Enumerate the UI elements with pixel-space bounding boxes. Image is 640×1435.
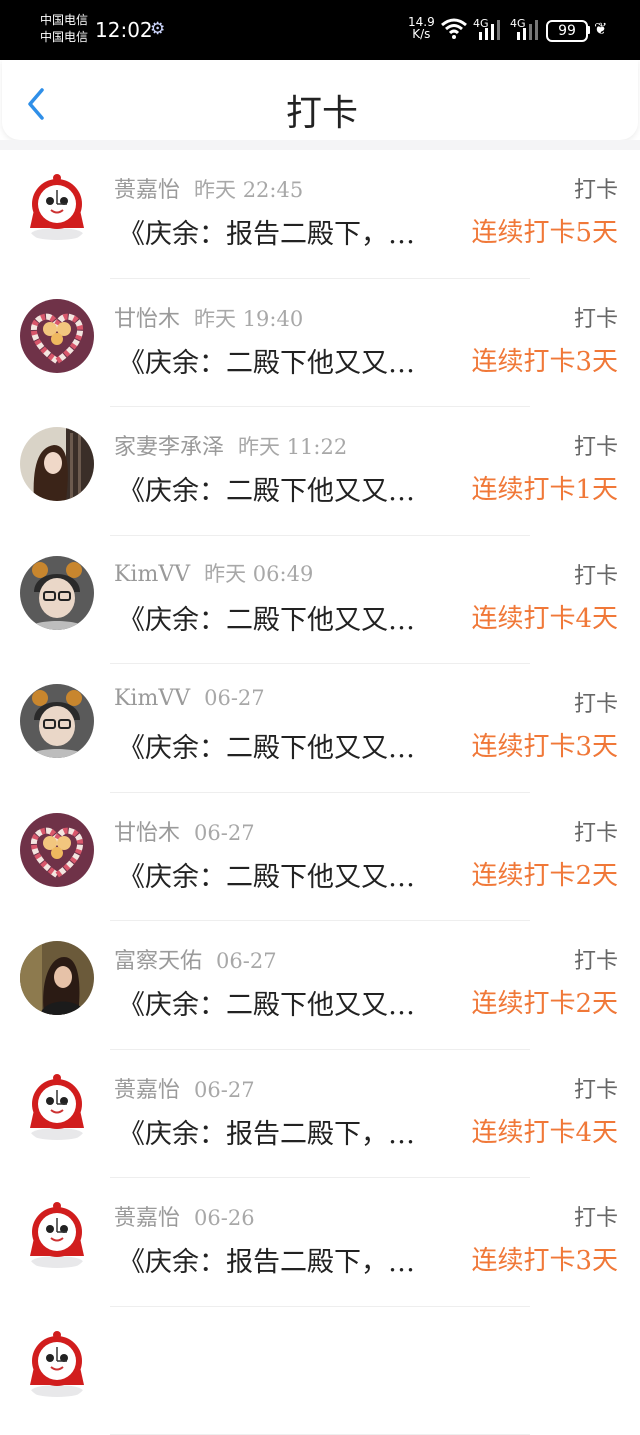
battery-level: 99: [546, 20, 588, 42]
user-name[interactable]: 蒉嘉怡: [114, 1206, 180, 1231]
speed-unit: K/s: [408, 28, 435, 40]
book-title[interactable]: 《庆余：二殿下他又又…: [118, 469, 415, 508]
user-line: KimVV 昨天 06:49: [114, 558, 313, 588]
streak-label: 连续打卡3天: [471, 341, 618, 378]
streak-label: 连续打卡3天: [471, 726, 618, 763]
book-title[interactable]: 《庆余：报告二殿下，…: [118, 212, 415, 251]
checkin-list-item[interactable]: KimVV 06-27 打卡 《庆余：二殿下他又又… 连续打卡3天: [0, 664, 640, 793]
user-line: [114, 1329, 128, 1354]
carrier-1: 中国电信: [40, 12, 88, 29]
candy-heart-avatar[interactable]: [20, 813, 94, 887]
girl-portrait-avatar[interactable]: [20, 941, 94, 1015]
checkin-list-item[interactable]: 家妻李承泽昨天 11:22 打卡 《庆余：二殿下他又又… 连续打卡1天: [0, 407, 640, 536]
clock-avatar[interactable]: [20, 1070, 94, 1144]
settings-gear-icon: ⚙: [150, 19, 165, 39]
book-title[interactable]: 《庆余：报告二殿下，…: [118, 1112, 415, 1151]
checkin-list: 蒉嘉怡昨天 22:45 打卡 《庆余：报告二殿下，… 连续打卡5天 甘怡木昨天 …: [0, 150, 640, 1435]
book-title[interactable]: 《庆余：报告二殿下，…: [118, 1240, 415, 1279]
status-bar: 中国电信 中国电信 12:02 ⚙ 14.9 K/s 4G 4G 99 ❦: [0, 0, 640, 60]
book-title[interactable]: 《庆余：二殿下他又又…: [118, 726, 415, 765]
checkin-time: 06-27: [194, 1078, 255, 1102]
checkin-list-item[interactable]: 富察天佑 06-27 打卡 《庆余：二殿下他又又… 连续打卡2天: [0, 921, 640, 1050]
checkin-time: 06-27: [204, 686, 265, 710]
checkin-list-item[interactable]: 甘怡木昨天 19:40 打卡 《庆余：二殿下他又又… 连续打卡3天: [0, 279, 640, 408]
checkin-time: 昨天 22:45: [194, 178, 303, 202]
book-title[interactable]: 《庆余：二殿下他又又…: [118, 983, 415, 1022]
network-speed: 14.9 K/s: [408, 16, 435, 40]
user-line: 富察天佑 06-27: [114, 943, 277, 975]
checkin-list-item[interactable]: [0, 1307, 640, 1435]
book-title[interactable]: 《庆余：二殿下他又又…: [118, 598, 415, 637]
checkin-type-label: 打卡: [574, 686, 618, 718]
user-line: 蒉嘉怡 06-27: [114, 1072, 255, 1104]
checkin-time: 06-27: [194, 821, 255, 845]
checkin-type-label: 打卡: [574, 1072, 618, 1104]
user-name[interactable]: KimVV: [114, 686, 190, 711]
checkin-time: 昨天 19:40: [194, 307, 303, 331]
user-name[interactable]: 蒉嘉怡: [114, 1078, 180, 1103]
checkin-type-label: 打卡: [574, 815, 618, 847]
streak-label: 连续打卡1天: [471, 469, 618, 506]
checkin-list-item[interactable]: KimVV 昨天 06:49 打卡 《庆余：二殿下他又又… 连续打卡4天: [0, 536, 640, 665]
user-line: 甘怡木 06-27: [114, 815, 255, 847]
boy-bear-ears-avatar[interactable]: [20, 556, 94, 630]
checkin-time: 06-26: [194, 1206, 255, 1230]
user-name[interactable]: KimVV: [114, 562, 190, 587]
signal-bars-icon: [477, 18, 501, 40]
user-name[interactable]: 蒉嘉怡: [114, 178, 180, 203]
girl-photo-avatar[interactable]: [20, 427, 94, 501]
header-separator: [0, 140, 640, 150]
checkin-time: 昨天 06:49: [204, 562, 313, 586]
checkin-type-label: 打卡: [574, 943, 618, 975]
streak-label: 连续打卡2天: [471, 855, 618, 892]
user-line: 家妻李承泽昨天 11:22: [114, 429, 347, 461]
clock-avatar[interactable]: [20, 1198, 94, 1272]
checkin-list-item[interactable]: 蒉嘉怡 06-26 打卡 《庆余：报告二殿下，… 连续打卡3天: [0, 1178, 640, 1307]
user-name[interactable]: 甘怡木: [114, 307, 180, 332]
user-line: 蒉嘉怡 06-26: [114, 1200, 255, 1232]
checkin-type-label: 打卡: [574, 558, 618, 590]
streak-label: 连续打卡2天: [471, 983, 618, 1020]
checkin-type-label: 打卡: [574, 301, 618, 333]
signal-bars-icon: [515, 18, 539, 40]
user-name[interactable]: 家妻李承泽: [114, 435, 224, 460]
checkin-list-item[interactable]: 甘怡木 06-27 打卡 《庆余：二殿下他又又… 连续打卡2天: [0, 793, 640, 922]
nav-header: 打卡: [2, 60, 638, 140]
clock-avatar[interactable]: [20, 170, 94, 244]
streak-label: 连续打卡3天: [471, 1240, 618, 1277]
checkin-type-label: 打卡: [574, 1200, 618, 1232]
clock-avatar[interactable]: [20, 1327, 94, 1401]
wifi-icon: [440, 16, 468, 40]
user-line: 蒉嘉怡昨天 22:45: [114, 172, 303, 204]
streak-label: 连续打卡5天: [471, 212, 618, 249]
user-name[interactable]: 富察天佑: [114, 949, 202, 974]
battery-tip: [587, 26, 590, 34]
carrier-2: 中国电信: [40, 29, 88, 46]
checkin-time: 昨天 11:22: [238, 435, 347, 459]
book-title[interactable]: 《庆余：二殿下他又又…: [118, 855, 415, 894]
page-title: 打卡: [2, 84, 640, 136]
status-time: 12:02: [95, 18, 153, 42]
book-title[interactable]: 《庆余：二殿下他又又…: [118, 341, 415, 380]
streak-label: 连续打卡4天: [471, 1112, 618, 1149]
checkin-type-label: 打卡: [574, 172, 618, 204]
candy-heart-avatar[interactable]: [20, 299, 94, 373]
checkin-list-item[interactable]: 蒉嘉怡昨天 22:45 打卡 《庆余：报告二殿下，… 连续打卡5天: [0, 150, 640, 279]
user-line: KimVV 06-27: [114, 686, 265, 711]
checkin-type-label: 打卡: [574, 429, 618, 461]
carrier-info: 中国电信 中国电信: [40, 12, 88, 46]
leaf-icon: ❦: [594, 19, 607, 38]
checkin-time: 06-27: [216, 949, 277, 973]
streak-label: 连续打卡4天: [471, 598, 618, 635]
checkin-list-item[interactable]: 蒉嘉怡 06-27 打卡 《庆余：报告二殿下，… 连续打卡4天: [0, 1050, 640, 1179]
user-line: 甘怡木昨天 19:40: [114, 301, 303, 333]
user-name[interactable]: 甘怡木: [114, 821, 180, 846]
boy-bear-ears-avatar[interactable]: [20, 684, 94, 758]
